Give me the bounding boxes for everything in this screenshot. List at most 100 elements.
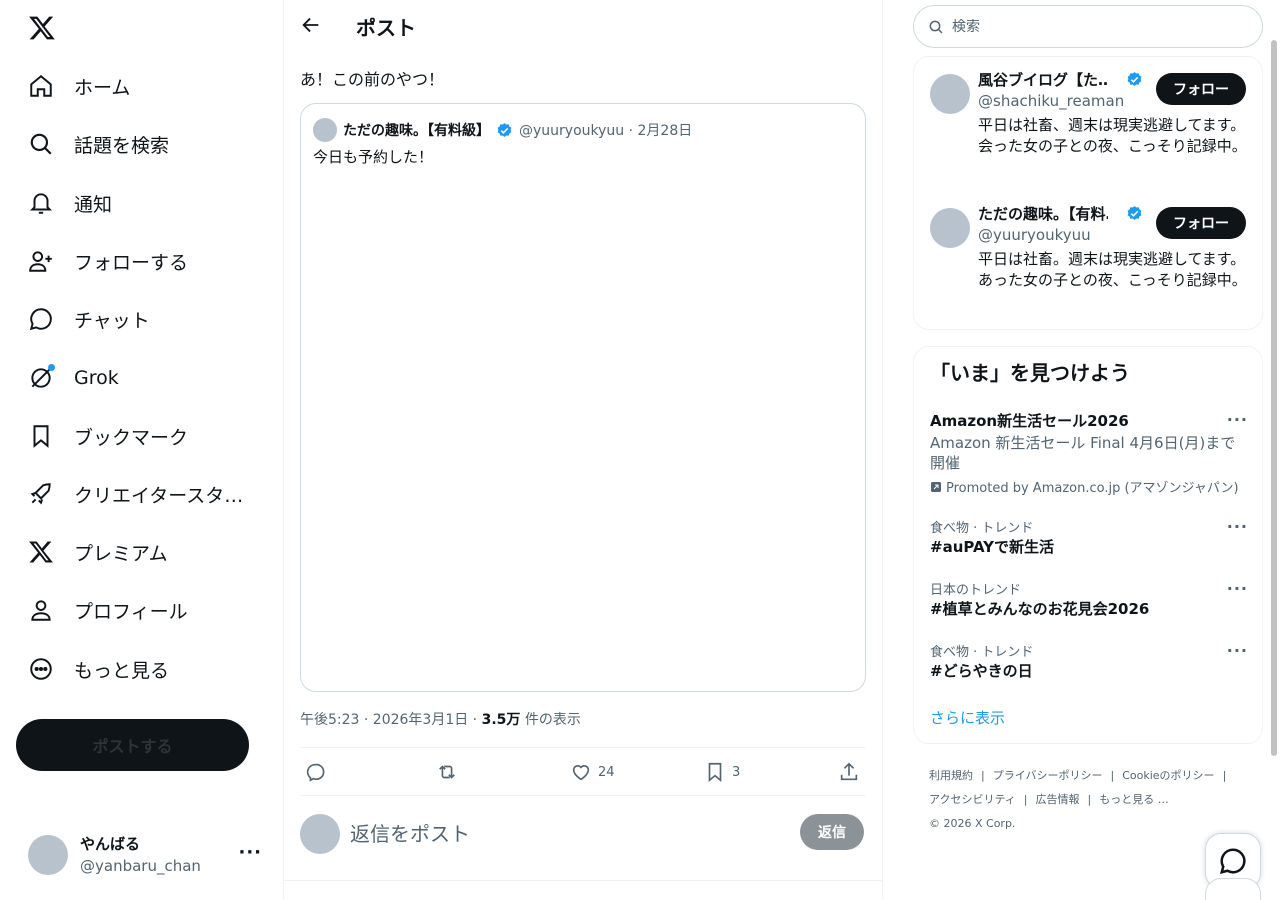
page-title: ポスト [356,16,416,40]
follow-icon [28,248,54,274]
nav-item-more[interactable]: もっと見る [28,649,169,689]
bookmark-icon [28,423,54,449]
suggestion-bio: 平日は社畜、週末は現実逃避してます。会った女の子との夜、こっそり記録中。 [978,116,1247,155]
nav-label: 話題を検索 [74,134,170,157]
share-action[interactable] [838,761,860,783]
bookmark-icon [708,762,722,783]
nav-item-bookmarks[interactable]: ブックマーク [28,416,188,456]
account-switcher[interactable]: やんばる @yanbaru_chan ··· [28,830,268,880]
nav-label: プロフィール [74,600,188,623]
show-more-link[interactable]: さらに表示 [930,707,1005,728]
like-action[interactable]: 24 [570,761,615,783]
nav-label: プレミアム [74,542,168,565]
trend-more-icon[interactable]: ··· [1227,641,1248,660]
quote-text: 今日も予約した！ [313,148,434,166]
repost-action[interactable] [436,761,458,783]
footer-link[interactable]: プライバシーポリシー [993,769,1103,782]
nav-label: 通知 [74,193,113,216]
trend-name: #どらやきの日 [930,662,1033,680]
reply-button[interactable]: 返信 [800,814,864,850]
bell-icon [28,190,54,216]
footer-link[interactable]: Cookieのポリシー [1122,769,1214,782]
nav-label: ブックマーク [74,426,189,449]
nav-item-grok[interactable]: Grok [28,358,119,398]
avatar [300,814,340,854]
quoted-post[interactable]: ただの趣味。【有料級】 @yuuryoukyuu · 2月28日 今日も予約した… [300,103,866,692]
nav-label: ホーム [74,76,131,99]
nav-label: Grok [74,367,119,389]
trends-card: 「いま」を見つけよう Amazon新生活セール2026 Amazon 新生活セー… [913,346,1263,744]
back-arrow-icon[interactable] [300,14,322,36]
search-input[interactable] [952,18,1232,35]
avatar [313,118,337,142]
trend-item[interactable]: Amazon新生活セール2026 Amazon 新生活セール Final 4月6… [930,410,1248,496]
more-dots-icon[interactable]: ··· [238,842,262,863]
chat-icon [1219,848,1246,875]
promoted-label: Promoted by Amazon.co.jp (アマゾンジャパン) [930,477,1248,496]
trend-more-icon[interactable]: ··· [1227,410,1248,429]
trend-name: Amazon新生活セール2026 [930,412,1129,430]
nav-label: フォローする [74,251,189,274]
follow-button[interactable]: フォロー [1156,73,1246,105]
grok-fab[interactable] [1205,878,1261,900]
nav-item-creator-studio[interactable]: クリエイタースタ… [28,474,243,514]
trend-item[interactable]: 日本のトレンド #植草とみんなのお花見会2026 ··· [930,579,1248,619]
nav-item-premium[interactable]: プレミアム [28,532,168,572]
follow-button[interactable]: フォロー [1156,207,1246,239]
repost-icon [439,765,455,779]
nav-label: もっと見る [74,659,170,682]
app: ホーム 話題を検索 通知 フォローする チャット Grok ブックマーク クリエ… [0,0,1280,900]
reply-action[interactable] [304,761,326,783]
nav-item-chat[interactable]: チャット [28,299,150,339]
trend-more-icon[interactable]: ··· [1227,517,1248,536]
suggestion-name: ただの趣味。【有料… [978,205,1108,223]
grok-icon [28,364,55,391]
verified-badge-icon [497,122,512,137]
bookmark-count: 3 [732,764,741,780]
view-count: 3.5万 [481,712,521,728]
footer-link[interactable]: アクセシビリティ [929,793,1016,806]
nav-item-follow[interactable]: フォローする [28,241,188,281]
search-icon [28,131,54,157]
nav-item-home[interactable]: ホーム [28,66,130,106]
nav-item-notifications[interactable]: 通知 [28,183,112,223]
action-bar: 24 3 [300,747,866,796]
footer: 利用規約 | プライバシーポリシー | Cookieのポリシー | アクセシビリティ | 広告… [929,769,1227,830]
x-icon [28,539,54,565]
scrollbar[interactable] [1271,40,1277,756]
nav-item-explore[interactable]: 話題を検索 [28,124,169,164]
bookmark-action[interactable]: 3 [704,761,740,783]
post-text: あ！この前のやつ！ [300,70,445,89]
avatar [930,74,970,114]
trend-category: 食べ物 · トレンド [930,645,1034,660]
post-meta: 午後5:23 · 2026年3月1日 · 3.5万 件の表示 [300,709,581,729]
like-count: 24 [598,764,615,780]
trend-item[interactable]: 食べ物 · トレンド #auPAYで新生活 ··· [930,517,1248,557]
suggestion-name: 風谷ブイログ【た… [978,71,1108,89]
footer-link[interactable]: 広告情報 [1036,793,1080,806]
search-box[interactable] [913,5,1263,48]
promoted-icon [931,481,941,492]
rocket-icon [28,481,54,507]
quote-handle-date: @yuuryoukyuu · 2月28日 [519,123,693,139]
reply-icon [306,763,325,782]
nav-item-profile[interactable]: プロフィール [28,590,188,630]
footer-link[interactable]: 利用規約 [929,769,973,782]
trend-category: 食べ物 · トレンド [930,521,1034,536]
trend-item[interactable]: 食べ物 · トレンド #どらやきの日 ··· [930,641,1248,681]
post-button[interactable]: ポストする [16,719,249,771]
chat-icon [28,306,54,332]
heart-icon [572,765,590,781]
search-icon [929,20,943,34]
post-timestamp: 午後5:23 · 2026年3月1日 · [300,712,482,728]
trend-more-icon[interactable]: ··· [1227,579,1248,598]
reply-input[interactable]: 返信をポスト [350,818,470,847]
copyright: © 2026 X Corp. [929,817,1016,830]
suggestion-handle: @shachiku_reaman [978,92,1125,110]
account-name: やんばる [80,835,141,853]
x-logo-icon[interactable] [28,14,56,42]
quote-author-name: ただの趣味。【有料級】 [343,123,490,139]
footer-link[interactable]: もっと見る … [1099,793,1169,806]
verified-badge-icon [1127,72,1142,86]
avatar [930,208,970,248]
